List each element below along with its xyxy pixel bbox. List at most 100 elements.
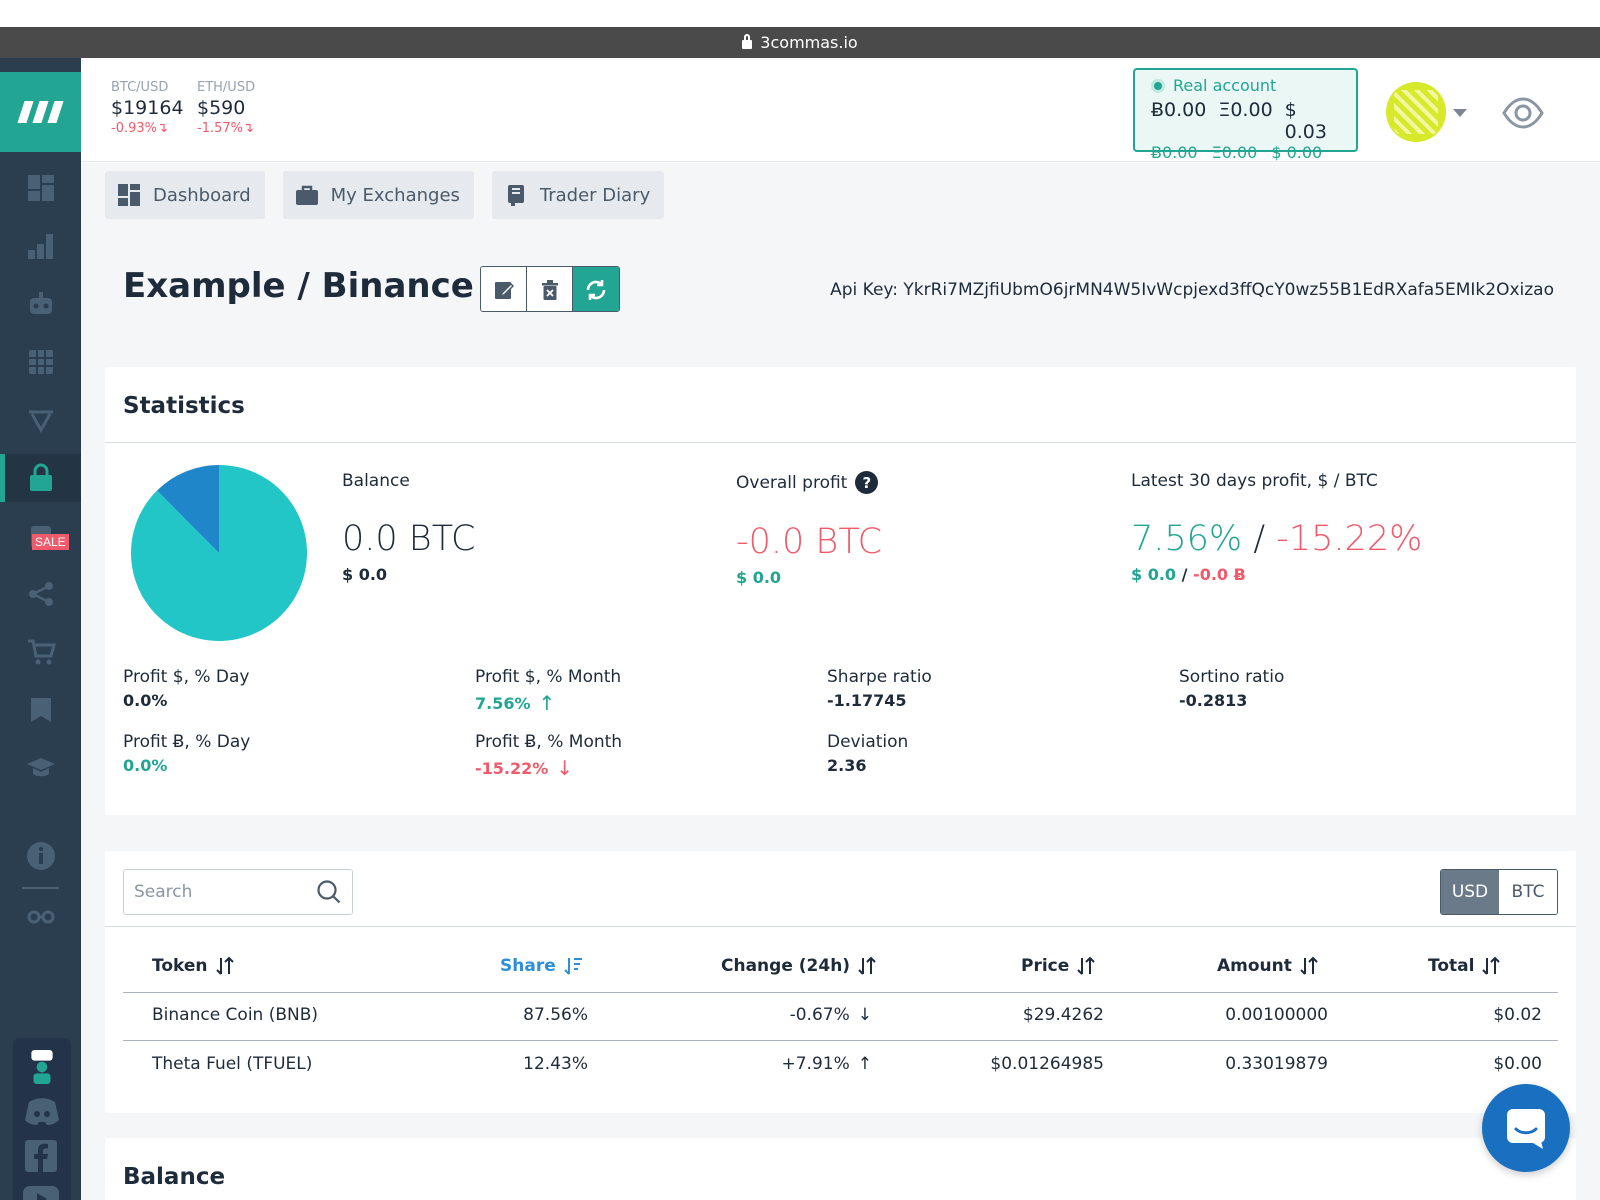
browser-url-bar[interactable]: 3commas.io [0, 27, 1600, 58]
table-row[interactable]: Theta Fuel (TFUEL) 12.43% +7.91% ↑ $0.012… [123, 1042, 1558, 1090]
sort-icon [215, 956, 234, 975]
grid-bot-nav-icon[interactable] [0, 338, 81, 386]
account-balances-subrow: Ƀ0.00 Ξ0.00 $ 0.00 [1151, 143, 1323, 162]
ticker-btc: BTC/USD $19164 -0.93%↴ [111, 80, 184, 136]
currency-toggle: USD BTC [1440, 869, 1558, 915]
currency-usd-button[interactable]: USD [1441, 870, 1499, 914]
arrow-down-icon: ↓ [857, 1005, 872, 1025]
chat-button[interactable] [1482, 1084, 1570, 1172]
ticker-eth: ETH/USD $590 -1.57%↴ [197, 80, 255, 136]
page-title: Example / Binance [123, 266, 474, 306]
account-switcher[interactable]: Real account Ƀ0.00 Ξ0.00 $ 0.03 Ƀ0.00 Ξ0.00… [1133, 68, 1358, 162]
facebook-icon[interactable] [25, 1140, 57, 1172]
deviation: Deviation 2.36 [827, 732, 909, 775]
lock-icon [742, 34, 753, 49]
youtube-icon[interactable] [23, 1186, 59, 1200]
ticker-change: -0.93%↴ [111, 121, 168, 136]
profit-usd-month: Profit $, % Month 7.56% ↑ [475, 667, 622, 715]
refresh-button[interactable] [573, 267, 619, 311]
arrow-down-icon: ↓ [556, 756, 574, 780]
balance-pie-chart [130, 465, 307, 641]
arrow-up-icon: ↑ [857, 1054, 872, 1074]
column-token[interactable]: Token [152, 955, 236, 977]
edit-icon [494, 282, 514, 299]
edit-button[interactable] [481, 267, 527, 311]
exchanges-nav-icon[interactable] [0, 454, 81, 502]
search-icon[interactable] [316, 879, 342, 905]
help-icon[interactable]: ? [855, 471, 879, 494]
trash-icon [541, 280, 558, 300]
token-amount: 0.33019879 [1225, 1054, 1328, 1074]
graduation-cap-nav-icon[interactable] [0, 744, 81, 792]
latest30-value: 7.56% / -15.22% [1131, 519, 1423, 559]
sale-badge: SALE [32, 534, 69, 550]
arrow-up-icon: ↑ [538, 691, 556, 715]
table-header: Token Share Change (24h) Price Amount To… [123, 949, 1558, 993]
balance-label: Balance [342, 471, 410, 491]
dashboard-icon [118, 184, 140, 206]
account-title: Real account [1151, 76, 1340, 95]
currency-btc-button[interactable]: BTC [1499, 870, 1557, 914]
search-field[interactable] [123, 869, 353, 915]
latest30-profit-stat: Latest 30 days profit, $ / BTC 7.56% / -… [1131, 471, 1422, 584]
ticker-pair: BTC/USD [111, 80, 169, 95]
api-key: Api Key: YkrRi7MZjfiUbmO6jrMN4W5IvWcpjex… [830, 280, 1554, 300]
table-row[interactable]: Binance Coin (BNB) 87.56% -0.67% ↓ $29.42… [123, 993, 1558, 1041]
eye-icon[interactable] [1501, 91, 1545, 135]
main-content: Dashboard My Exchanges Trader Diary Exam… [81, 163, 1600, 1200]
column-share[interactable]: Share [500, 955, 584, 977]
exchange-actions [480, 266, 620, 312]
token-total: $0.00 [1493, 1054, 1542, 1074]
token-name: Theta Fuel (TFUEL) [152, 1054, 313, 1074]
glasses-nav-icon[interactable] [0, 892, 81, 940]
caret-down-icon[interactable] [1453, 109, 1467, 117]
section-tabs: Dashboard My Exchanges Trader Diary [105, 171, 665, 219]
chat-icon [1507, 1109, 1545, 1149]
info-nav-icon[interactable] [0, 832, 81, 880]
social-links-panel [13, 1038, 71, 1200]
token-share: 12.43% [523, 1054, 588, 1074]
statistics-title: Statistics [123, 393, 245, 419]
column-total[interactable]: Total [1428, 955, 1502, 977]
bookmark-nav-icon[interactable] [0, 686, 81, 734]
cart-nav-icon[interactable] [0, 628, 81, 676]
chart-nav-icon[interactable] [0, 222, 81, 270]
tab-my-exchanges[interactable]: My Exchanges [282, 171, 474, 219]
tab-trader-diary[interactable]: Trader Diary [491, 171, 665, 219]
refresh-icon [586, 280, 606, 300]
status-dot-icon [1151, 78, 1165, 93]
delete-button[interactable] [527, 267, 573, 311]
tab-dashboard[interactable]: Dashboard [105, 171, 265, 219]
support-chat-icon[interactable] [25, 1050, 59, 1084]
marketplace-nav-icon[interactable]: SALE [0, 512, 81, 560]
column-price[interactable]: Price [1021, 955, 1097, 977]
latest30-sub: $ 0.0 / -0.0 Ƀ [1131, 565, 1246, 584]
avatar[interactable] [1386, 82, 1446, 142]
balance-section-title: Balance [123, 1164, 226, 1190]
column-amount[interactable]: Amount [1217, 955, 1320, 977]
token-name: Binance Coin (BNB) [152, 1005, 319, 1025]
logo[interactable] [0, 72, 81, 152]
balance-stat: Balance 0.0 BTC $ 0.0 [342, 471, 475, 584]
bot-nav-icon[interactable] [0, 280, 81, 328]
book-icon [507, 185, 524, 206]
token-total: $0.02 [1493, 1005, 1542, 1025]
sort-icon [858, 956, 876, 975]
sort-desc-icon [564, 958, 582, 975]
search-input[interactable] [134, 882, 294, 902]
sort-icon [1300, 956, 1318, 975]
sort-icon [1077, 956, 1095, 975]
dashboard-nav-icon[interactable] [0, 164, 81, 212]
terminal-nav-icon[interactable] [0, 396, 81, 444]
top-header: BTC/USD $19164 -0.93%↴ ETH/USD $590 -1.5… [81, 58, 1600, 162]
discord-icon[interactable] [23, 1096, 61, 1128]
token-price: $29.4262 [1022, 1005, 1104, 1025]
share-nav-icon[interactable] [0, 570, 81, 618]
ticker-price: $590 [197, 97, 246, 119]
profit-btc-month: Profit Ƀ, % Month -15.22% ↓ [475, 732, 623, 780]
ticker-price: $19164 [111, 97, 184, 119]
column-change[interactable]: Change (24h) [721, 955, 878, 977]
token-amount: 0.00100000 [1225, 1005, 1328, 1025]
latest30-label: Latest 30 days profit, $ / BTC [1131, 471, 1378, 491]
token-change: -0.67% ↓ [789, 1005, 872, 1025]
